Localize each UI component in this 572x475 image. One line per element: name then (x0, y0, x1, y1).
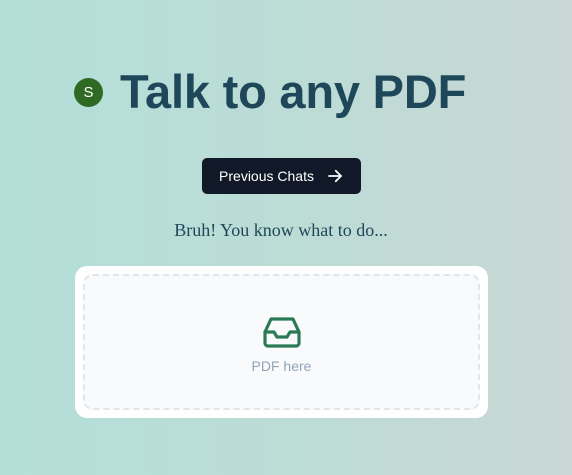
arrow-right-icon (326, 167, 344, 185)
pdf-dropzone[interactable]: PDF here (83, 274, 480, 410)
subtitle: Bruh! You know what to do... (174, 220, 388, 240)
avatar[interactable]: S (74, 77, 103, 107)
page-title: Talk to any PDF (120, 65, 467, 118)
inbox-icon (262, 316, 302, 348)
previous-chats-label: Previous Chats (219, 168, 314, 184)
upload-card: PDF here (75, 266, 488, 418)
dropzone-label: PDF here (251, 358, 312, 374)
header: S Talk to any PDF (74, 64, 466, 120)
avatar-initial: S (83, 83, 94, 101)
previous-chats-button[interactable]: Previous Chats (202, 158, 361, 194)
